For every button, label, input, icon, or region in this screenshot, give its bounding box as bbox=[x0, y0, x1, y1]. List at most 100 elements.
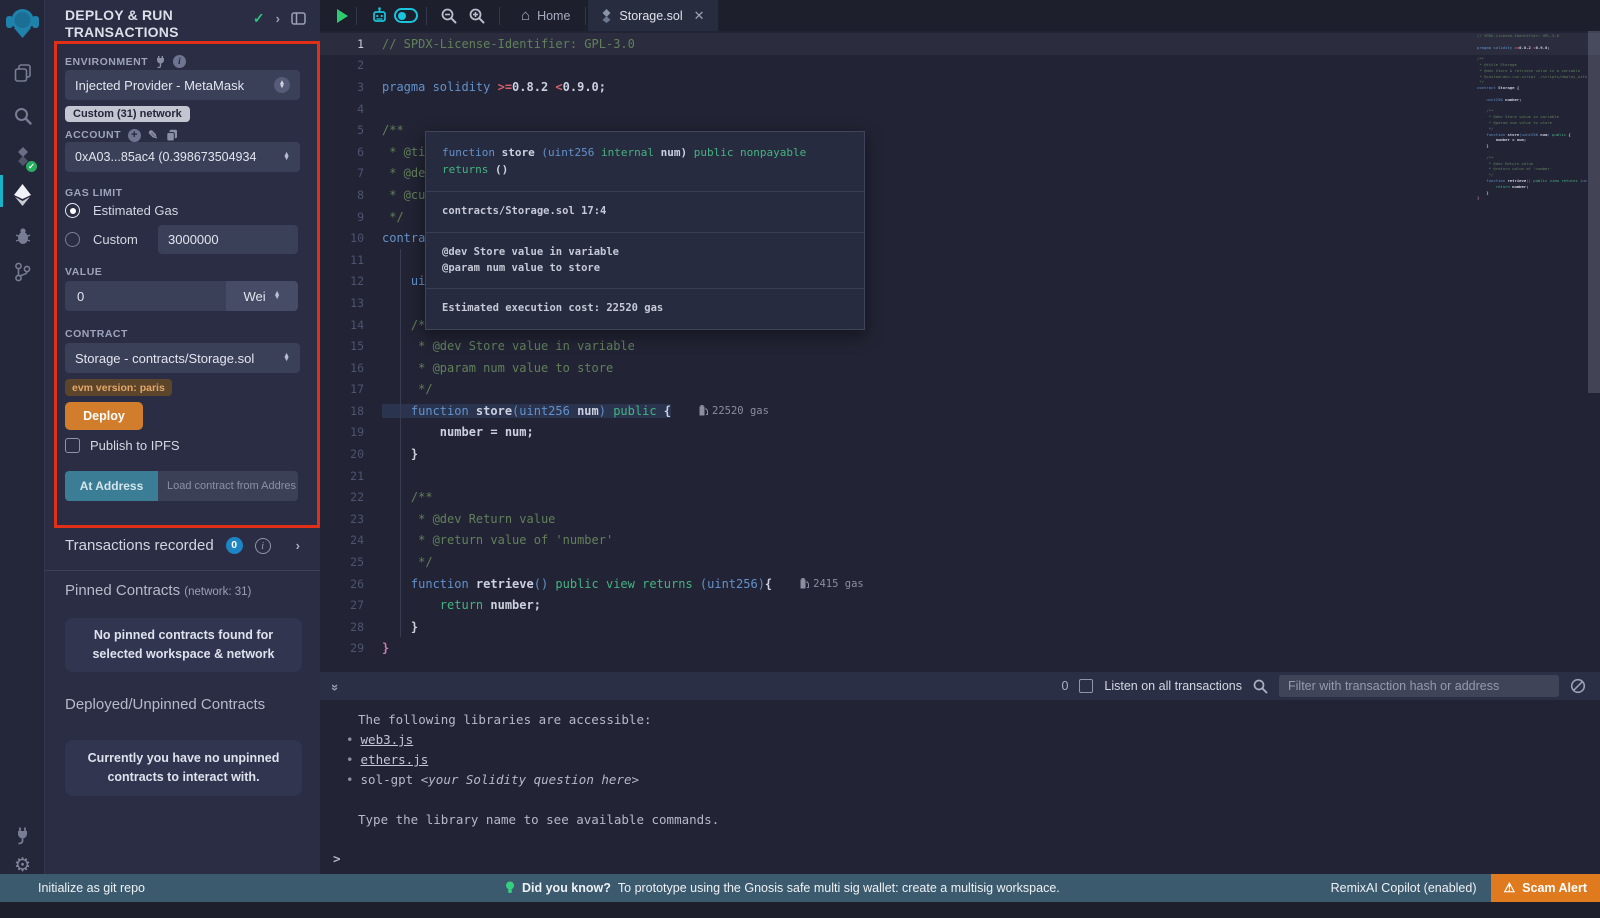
value-label: VALUE bbox=[65, 266, 102, 278]
terminal-prompt[interactable]: > bbox=[333, 851, 341, 866]
terminal-intro: The following libraries are accessible: bbox=[320, 710, 1600, 730]
publish-ipfs-option[interactable]: Publish to IPFS bbox=[65, 438, 180, 453]
estimated-gas-option[interactable]: Estimated Gas bbox=[65, 203, 178, 218]
minimap[interactable]: // SPDX-License-Identifier: GPL-3.0pragm… bbox=[1477, 33, 1587, 693]
environment-select[interactable]: Injected Provider - MetaMask ▲▼ bbox=[65, 70, 300, 100]
code-line[interactable]: 26 function retrieve() public view retur… bbox=[320, 573, 1600, 595]
at-address-button[interactable]: At Address bbox=[65, 471, 158, 501]
bottom-strip bbox=[0, 902, 1600, 918]
checkbox-icon[interactable] bbox=[65, 438, 80, 453]
code-line[interactable]: 22 /** bbox=[320, 486, 1600, 508]
terminal-header[interactable]: » 0 Listen on all transactions bbox=[320, 672, 1600, 700]
environment-label: ENVIRONMENT i bbox=[65, 55, 186, 68]
copilot-status[interactable]: RemixAI Copilot (enabled) bbox=[1331, 881, 1477, 895]
code-line[interactable]: 2 bbox=[320, 55, 1600, 77]
search-icon[interactable] bbox=[0, 99, 45, 133]
deploy-run-panel: DEPLOY & RUN TRANSACTIONS ✓ › ENVIRONMEN… bbox=[45, 0, 320, 874]
terminal-library-item[interactable]: •web3.js bbox=[320, 730, 1600, 750]
code-line[interactable]: 1// SPDX-License-Identifier: GPL-3.0 bbox=[320, 33, 1600, 55]
code-line[interactable]: 23 * @dev Return value bbox=[320, 508, 1600, 530]
filter-transactions-input[interactable] bbox=[1279, 675, 1559, 697]
collapse-terminal-icon[interactable]: » bbox=[328, 683, 343, 688]
edit-account-icon[interactable]: ✎ bbox=[148, 128, 159, 142]
transactions-info-icon[interactable]: i bbox=[255, 538, 271, 554]
radio-selected-icon[interactable] bbox=[65, 203, 80, 218]
plug-icon[interactable] bbox=[155, 56, 166, 68]
main-area: ⌂ Home Storage.sol ✕ 1// SPDX-License-Id… bbox=[320, 0, 1600, 874]
file-explorer-icon[interactable] bbox=[0, 56, 45, 90]
ai-assistant-icon[interactable] bbox=[371, 7, 388, 24]
listen-label: Listen on all transactions bbox=[1104, 679, 1242, 693]
code-line[interactable]: 16 * @param num value to store bbox=[320, 357, 1600, 379]
transactions-recorded-row[interactable]: Transactions recorded 0 i › bbox=[65, 537, 300, 554]
tab-storage-sol[interactable]: Storage.sol ✕ bbox=[588, 0, 717, 31]
code-line[interactable]: 3pragma solidity >=0.8.2 <0.9.0; bbox=[320, 76, 1600, 98]
code-editor[interactable]: 1// SPDX-License-Identifier: GPL-3.023pr… bbox=[320, 31, 1600, 703]
tooltip-gas-estimate: Estimated execution cost: 22520 gas bbox=[426, 288, 864, 329]
custom-gas-input[interactable] bbox=[158, 225, 298, 254]
chevron-updown-icon: ▲▼ bbox=[274, 292, 281, 300]
add-account-icon[interactable]: + bbox=[128, 129, 141, 142]
editor-scrollbar[interactable] bbox=[1588, 31, 1600, 393]
deployed-contracts-title: Deployed/Unpinned Contracts bbox=[65, 696, 265, 713]
code-line[interactable]: 28 } bbox=[320, 616, 1600, 638]
code-line[interactable]: 25 */ bbox=[320, 551, 1600, 573]
account-select[interactable]: 0xA03...85ac4 (0.398673504934 ▲▼ bbox=[65, 142, 300, 172]
run-script-icon[interactable] bbox=[337, 9, 348, 23]
code-line[interactable]: 29} bbox=[320, 638, 1600, 660]
status-bar: Initialize as git repo Did you know? To … bbox=[0, 874, 1600, 902]
code-line[interactable]: 24 * @return value of 'number' bbox=[320, 530, 1600, 552]
zoom-out-icon[interactable] bbox=[441, 8, 457, 24]
value-input[interactable]: 0 bbox=[65, 281, 226, 311]
deployed-contracts-empty: Currently you have no unpinned contracts… bbox=[65, 740, 302, 796]
code-line[interactable]: 27 return number; bbox=[320, 594, 1600, 616]
close-tab-icon[interactable]: ✕ bbox=[694, 8, 705, 24]
clear-console-icon[interactable] bbox=[1570, 678, 1586, 694]
copy-account-icon[interactable] bbox=[166, 129, 178, 142]
value-unit-select[interactable]: Wei ▲▼ bbox=[226, 281, 298, 311]
tab-home[interactable]: ⌂ Home bbox=[508, 0, 583, 31]
contract-select[interactable]: Storage - contracts/Storage.sol ▲▼ bbox=[65, 343, 300, 373]
pin-panel-icon[interactable] bbox=[291, 12, 306, 25]
debugger-icon[interactable] bbox=[0, 219, 45, 253]
code-line[interactable]: 17 */ bbox=[320, 379, 1600, 401]
activity-bar: ✓ ⚙ bbox=[0, 0, 45, 874]
environment-info-icon[interactable]: i bbox=[173, 55, 186, 68]
network-badge: Custom (31) network bbox=[65, 106, 190, 122]
source-control-icon[interactable] bbox=[0, 255, 45, 289]
custom-gas-option[interactable]: Custom bbox=[65, 232, 138, 247]
terminal[interactable]: The following libraries are accessible: … bbox=[320, 700, 1600, 874]
code-line[interactable]: 20 } bbox=[320, 443, 1600, 465]
zoom-in-icon[interactable] bbox=[469, 8, 485, 24]
account-label: ACCOUNT + ✎ bbox=[65, 128, 178, 142]
indent-guide bbox=[400, 249, 401, 637]
solidity-file-icon bbox=[601, 9, 612, 23]
terminal-tx-count: 0 bbox=[1061, 679, 1068, 693]
git-init-button[interactable]: Initialize as git repo bbox=[38, 881, 145, 895]
copilot-toggle[interactable] bbox=[394, 8, 418, 23]
code-line[interactable]: 21 bbox=[320, 465, 1600, 487]
remix-ide: ✓ ⚙ DEPLOY & RUN TRANSACTIONS ✓ › ENVIRO… bbox=[0, 0, 1600, 918]
code-lines[interactable]: 1// SPDX-License-Identifier: GPL-3.023pr… bbox=[320, 33, 1600, 659]
solidity-compiler-icon[interactable]: ✓ bbox=[0, 140, 45, 174]
tooltip-location: contracts/Storage.sol 17:4 bbox=[426, 191, 864, 232]
code-line[interactable]: 18 function store(uint256 num) public {2… bbox=[320, 400, 1600, 422]
panel-check-icon: ✓ bbox=[253, 10, 265, 27]
terminal-library-item[interactable]: •ethers.js bbox=[320, 750, 1600, 770]
chevron-right-icon[interactable]: › bbox=[296, 538, 300, 553]
scam-alert-button[interactable]: ⚠ Scam Alert bbox=[1491, 874, 1600, 902]
code-line[interactable]: 4 bbox=[320, 98, 1600, 120]
at-address-input[interactable]: Load contract from Addres bbox=[158, 471, 298, 501]
code-line[interactable]: 15 * @dev Store value in variable bbox=[320, 335, 1600, 357]
panel-forward-icon[interactable]: › bbox=[276, 11, 280, 26]
code-line[interactable]: 19 number = num; bbox=[320, 422, 1600, 444]
divider bbox=[45, 570, 320, 571]
listen-checkbox[interactable] bbox=[1079, 679, 1093, 693]
deploy-run-icon[interactable] bbox=[0, 178, 45, 212]
remix-logo-icon[interactable] bbox=[4, 4, 41, 42]
chevron-updown-icon: ▲▼ bbox=[283, 153, 290, 161]
plugin-manager-icon[interactable] bbox=[0, 818, 45, 852]
radio-icon[interactable] bbox=[65, 232, 80, 247]
compile-success-badge: ✓ bbox=[26, 161, 37, 172]
deploy-button[interactable]: Deploy bbox=[65, 402, 143, 430]
